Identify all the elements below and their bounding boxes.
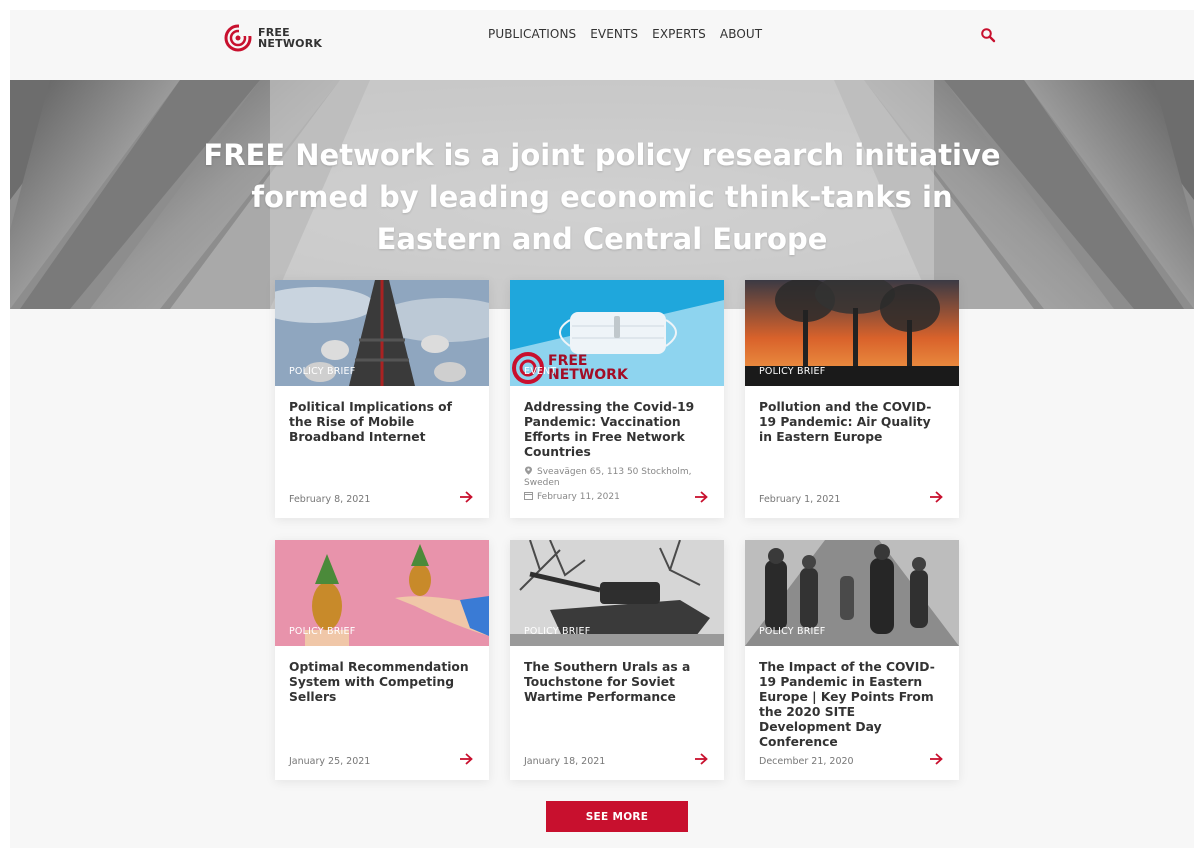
see-more-button[interactable]: SEE MORE <box>546 801 688 832</box>
card-title[interactable]: Addressing the Covid-19 Pandemic: Vaccin… <box>524 400 710 460</box>
article-card[interactable]: POLICY BRIEF The Southern Urals as a Tou… <box>510 540 724 780</box>
article-card[interactable]: POLICY BRIEF Optimal Recommendation Syst… <box>275 540 489 780</box>
card-image-brand: FREE NETWORK <box>548 353 628 383</box>
arrow-right-icon[interactable] <box>459 491 473 503</box>
card-category: POLICY BRIEF <box>759 366 826 377</box>
card-thumbnail: POLICY BRIEF <box>275 540 489 646</box>
free-network-logo-icon <box>224 24 252 52</box>
card-thumbnail: POLICY BRIEF <box>745 280 959 386</box>
card-thumbnail: POLICY BRIEF <box>275 280 489 386</box>
card-title[interactable]: Political Implications of the Rise of Mo… <box>289 400 475 445</box>
card-title[interactable]: Optimal Recommendation System with Compe… <box>289 660 475 705</box>
card-date: December 21, 2020 <box>759 756 854 767</box>
arrow-right-icon[interactable] <box>459 753 473 765</box>
logo-line-2: NETWORK <box>258 37 323 50</box>
event-date-text: February 11, 2021 <box>537 492 620 502</box>
arrow-right-icon[interactable] <box>929 753 943 765</box>
event-location: Sveavägen 65, 113 50 Stockholm, Sweden <box>524 466 710 489</box>
arrow-right-icon[interactable] <box>694 753 708 765</box>
article-card[interactable]: POLICY BRIEF Pollution and the COVID-19 … <box>745 280 959 518</box>
nav-about[interactable]: ABOUT <box>720 27 762 41</box>
article-card[interactable]: FREE NETWORK EVENT Addressing the Covid-… <box>510 280 724 518</box>
card-category: POLICY BRIEF <box>289 626 356 637</box>
card-title[interactable]: The Southern Urals as a Touchstone for S… <box>524 660 710 705</box>
card-date: January 18, 2021 <box>524 756 606 767</box>
nav-experts[interactable]: EXPERTS <box>652 27 706 41</box>
logo-text: FREE NETWORK <box>258 27 322 49</box>
card-date: January 25, 2021 <box>289 756 371 767</box>
arrow-right-icon[interactable] <box>694 491 708 503</box>
hero-title: FREE Network is a joint policy research … <box>203 138 1001 256</box>
calendar-icon <box>524 492 533 500</box>
nav-publications[interactable]: PUBLICATIONS <box>488 27 576 41</box>
card-thumbnail: POLICY BRIEF <box>745 540 959 646</box>
nav-events[interactable]: EVENTS <box>590 27 638 41</box>
card-title[interactable]: Pollution and the COVID-19 Pandemic: Air… <box>759 400 945 445</box>
main-nav: PUBLICATIONS EVENTS EXPERTS ABOUT <box>488 27 762 41</box>
event-location-text: Sveavägen 65, 113 50 Stockholm, Sweden <box>524 467 692 488</box>
hero-banner: FREE Network is a joint policy research … <box>10 80 1194 309</box>
article-card[interactable]: POLICY BRIEF Political Implications of t… <box>275 280 489 518</box>
arrow-right-icon[interactable] <box>929 491 943 503</box>
card-category: EVENT <box>524 366 557 377</box>
search-icon[interactable] <box>980 27 996 43</box>
event-date: February 11, 2021 <box>524 491 620 503</box>
card-title[interactable]: The Impact of the COVID-19 Pandemic in E… <box>759 660 945 750</box>
card-date: February 8, 2021 <box>289 494 371 505</box>
card-thumbnail: POLICY BRIEF <box>510 540 724 646</box>
card-category: POLICY BRIEF <box>524 626 591 637</box>
page: FREE NETWORK PUBLICATIONS EVENTS EXPERTS… <box>10 10 1194 848</box>
article-card[interactable]: POLICY BRIEF The Impact of the COVID-19 … <box>745 540 959 780</box>
card-date: February 1, 2021 <box>759 494 841 505</box>
card-thumbnail: FREE NETWORK EVENT <box>510 280 724 386</box>
site-header: FREE NETWORK PUBLICATIONS EVENTS EXPERTS… <box>10 10 1194 78</box>
card-category: POLICY BRIEF <box>289 366 356 377</box>
card-category: POLICY BRIEF <box>759 626 826 637</box>
site-logo[interactable]: FREE NETWORK <box>224 24 322 52</box>
map-pin-icon <box>525 466 532 475</box>
